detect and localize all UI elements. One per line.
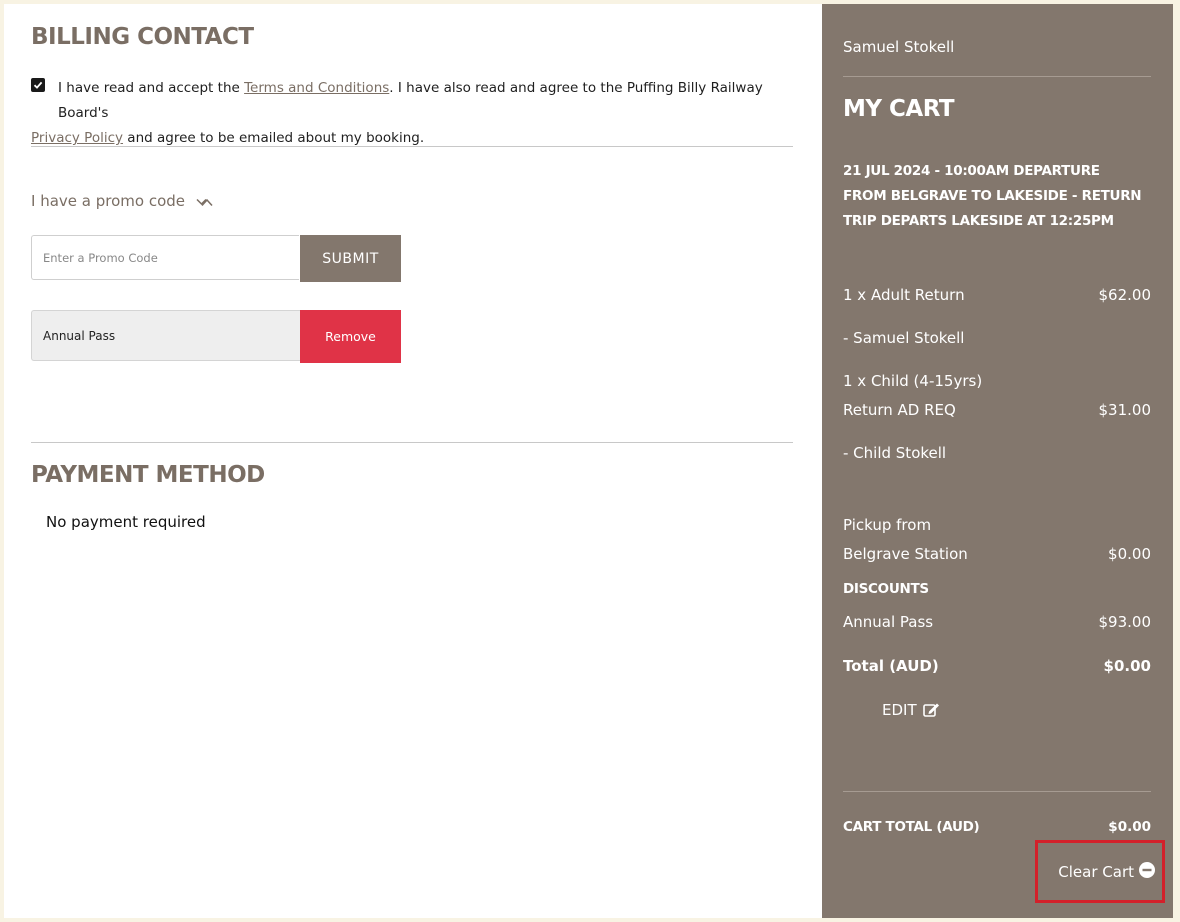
my-cart-heading: MY CART (843, 96, 955, 122)
section-divider (31, 146, 793, 147)
sidebar-divider (843, 76, 1151, 77)
terms-and-conditions-link[interactable]: Terms and Conditions (244, 80, 389, 96)
submit-promo-button[interactable]: SUBMIT (300, 235, 401, 282)
payment-method-heading: PAYMENT METHOD (31, 462, 265, 488)
pickup-station: Belgrave Station (843, 545, 968, 563)
discount-amount: $93.00 (1098, 613, 1152, 631)
minus-circle-icon (1139, 861, 1155, 882)
promo-code-toggle[interactable]: I have a promo code (31, 192, 207, 210)
cart-item-label: 1 x Adult Return (843, 286, 965, 304)
passenger-name: - Child Stokell (843, 444, 947, 462)
pickup-label: Pickup from (843, 516, 932, 534)
payment-status-message: No payment required (46, 513, 206, 531)
section-divider (31, 442, 793, 443)
clear-cart-button[interactable]: Clear Cart (1035, 840, 1165, 903)
edit-label: EDIT (882, 701, 917, 719)
pickup-price: $0.00 (1108, 545, 1151, 563)
privacy-policy-link[interactable]: Privacy Policy (31, 130, 123, 146)
billing-contact-heading: BILLING CONTACT (31, 24, 254, 50)
promo-code-input[interactable] (31, 235, 299, 280)
edit-cart-link[interactable]: EDIT (882, 701, 940, 719)
passenger-name: - Samuel Stokell (843, 329, 965, 347)
promo-code-toggle-label: I have a promo code (31, 192, 185, 210)
discount-name: Annual Pass (843, 613, 934, 631)
discounts-heading: DISCOUNTS (843, 581, 929, 597)
applied-promo-code: Annual Pass (31, 310, 300, 361)
cart-item-label: 1 x Child (4-15yrs) (843, 372, 983, 390)
cart-total-label: CART TOTAL (AUD) (843, 819, 980, 835)
total-amount: $0.00 (1103, 657, 1151, 675)
terms-text-start: I have read and accept the (58, 80, 245, 96)
cart-item-price: $31.00 (1098, 401, 1152, 419)
user-name: Samuel Stokell (843, 38, 955, 56)
trip-description: 21 JUL 2024 - 10:00AM DEPARTURE FROM BEL… (843, 163, 1142, 229)
total-label: Total (AUD) (843, 657, 939, 675)
cart-item-price: $62.00 (1098, 286, 1152, 304)
remove-promo-button[interactable]: Remove (300, 310, 401, 363)
edit-icon (923, 703, 940, 717)
cart-total-amount: $0.00 (1108, 819, 1151, 835)
cart-sidebar: Samuel Stokell MY CART 21 JUL 2024 - 10:… (822, 4, 1173, 918)
sidebar-divider (843, 791, 1151, 792)
checkout-main-panel: BILLING CONTACT I have read and accept t… (4, 4, 822, 918)
cart-item-label-line2: Return AD REQ (843, 401, 956, 419)
terms-text-end: and agree to be emailed about my booking… (123, 130, 425, 146)
clear-cart-label: Clear Cart (1058, 862, 1134, 881)
chevron-up-icon[interactable] (201, 192, 213, 211)
terms-agreement-text: I have read and accept the Terms and Con… (31, 76, 791, 151)
